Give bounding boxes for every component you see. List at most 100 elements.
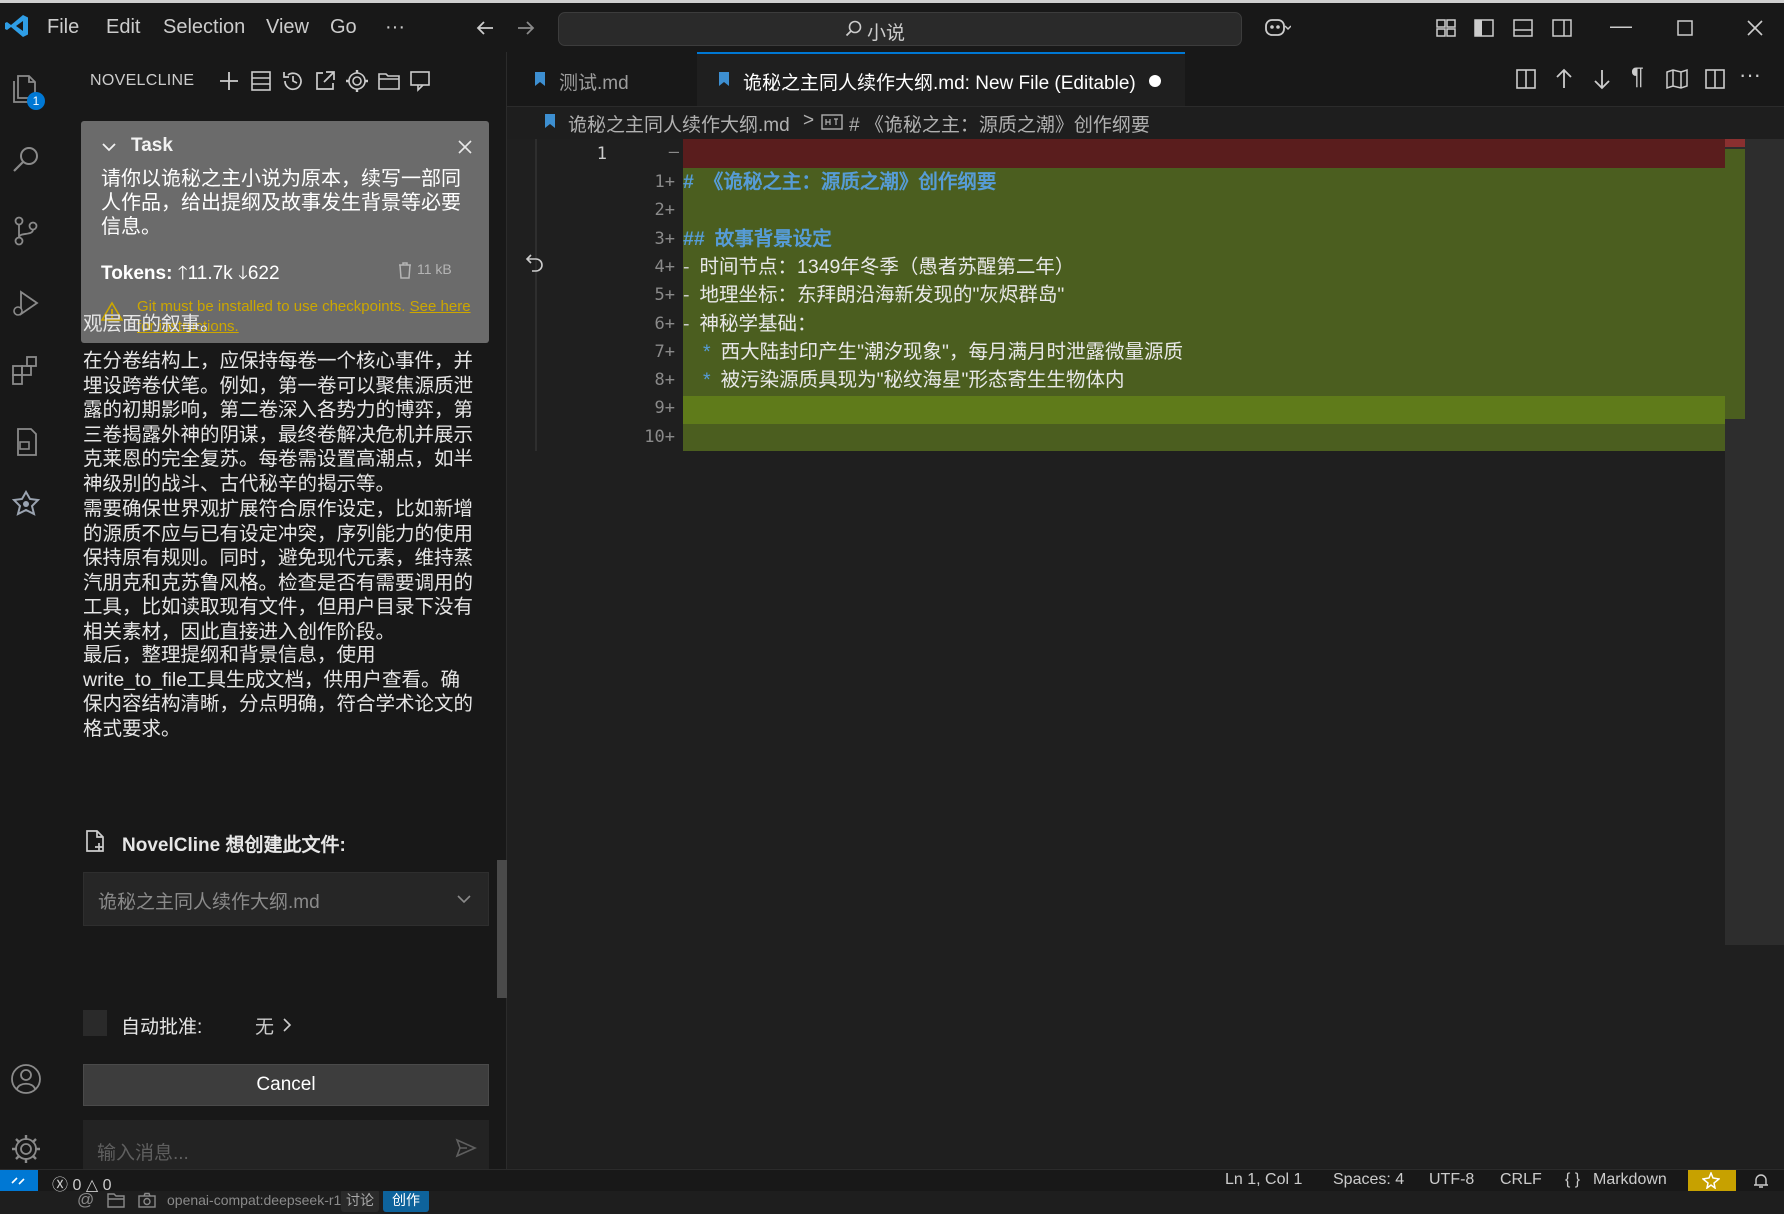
back-arrow-icon[interactable] [475, 17, 497, 39]
removed-line-marker: — [668, 142, 679, 162]
new-line-number: 3+ [654, 228, 675, 249]
message-placeholder: 输入消息... [97, 1143, 189, 1164]
manage-gear-icon[interactable] [9, 1132, 43, 1166]
line-text: 故事背景设定 [714, 227, 832, 250]
task-header: Task [131, 135, 173, 156]
menu-selection[interactable]: Selection [163, 16, 245, 39]
toggle-secondary-sidebar-icon[interactable] [1551, 17, 1573, 39]
code-line[interactable]: - 时间节点：1349年冬季（愚者苏醒第二年） [683, 253, 1074, 282]
account-icon[interactable] [9, 1062, 43, 1096]
line-text: 被污染源质具现为"秘纹海星"形态寄生生物体内 [720, 369, 1125, 392]
next-change-icon[interactable] [1591, 67, 1613, 91]
tab-outline-md[interactable]: 诡秘之主同人续作大纲.md: New File (Editable) [697, 52, 1185, 106]
breadcrumb-symbol[interactable]: # 《诡秘之主：源质之潮》创作纲要 [849, 110, 1150, 137]
open-changes-icon[interactable] [1514, 67, 1538, 91]
breadcrumb-file[interactable]: 诡秘之主同人续作大纲.md [568, 110, 790, 137]
previous-change-icon[interactable] [1553, 67, 1575, 91]
editor-scrollbar[interactable] [1725, 139, 1784, 945]
close-window-icon[interactable] [1746, 19, 1764, 37]
forward-arrow-icon[interactable] [514, 17, 536, 39]
current-line-highlight [683, 396, 1737, 424]
close-task-icon[interactable] [457, 139, 473, 155]
menu-more[interactable]: ··· [385, 16, 405, 39]
search-view-icon[interactable] [9, 143, 43, 177]
menu-view[interactable]: View [266, 16, 309, 39]
task-card: Task 请你以诡秘之主小说为原本，续写一部同人作品，给出提纲及故事发生背景等必… [81, 121, 489, 343]
open-preview-icon[interactable] [1665, 67, 1689, 91]
line-text: 西大陆封印产生"潮汐现象"，每月满月时泄露微量源质 [720, 340, 1183, 363]
settings-gear-icon[interactable] [344, 68, 370, 94]
feedback-icon[interactable] [408, 68, 434, 94]
code-line[interactable]: * 西大陆封印产生"潮汐现象"，每月满月时泄露微量源质 [703, 338, 1183, 367]
revert-change-icon[interactable] [524, 251, 546, 273]
auto-approve-checkbox[interactable] [83, 1010, 107, 1036]
original-pane-divider [535, 139, 537, 451]
minimize-icon[interactable]: — [1610, 13, 1632, 39]
code-line[interactable]: - 地理坐标：东拜朗沿海新发现的"灰烬群岛" [683, 281, 1064, 310]
extensions-icon[interactable] [9, 354, 43, 388]
send-icon[interactable] [455, 1138, 477, 1158]
code-line[interactable]: * 被污染源质具现为"秘纹海星"形态寄生生物体内 [703, 366, 1124, 395]
mode-create-button[interactable]: 创作 [383, 1189, 429, 1212]
indentation[interactable]: Spaces: 4 [1333, 1171, 1404, 1189]
chevron-right-icon: > [803, 110, 815, 131]
menu-edit[interactable]: Edit [106, 16, 140, 39]
split-editor-icon[interactable] [1703, 67, 1727, 91]
code-line[interactable]: # 《诡秘之主：源质之潮》创作纲要 [683, 168, 996, 197]
tokens-in: 11.7k [187, 263, 233, 284]
auto-approve-toggle[interactable]: 自动批准: 无 [83, 1010, 413, 1040]
maximize-icon[interactable] [1677, 20, 1693, 36]
new-task-plus-icon[interactable] [216, 68, 242, 94]
source-control-icon[interactable] [9, 214, 43, 248]
diff-editor[interactable]: 1 — 1+ 2+ 3+ 4+ 5+ 6+ 7+ 8+ 9+ 10+ # 《诡秘之主：源质之潮》创作… [507, 139, 1784, 1168]
new-line-number: 4+ [654, 256, 675, 277]
cursor-position[interactable]: Ln 1, Col 1 [1225, 1171, 1302, 1189]
toggle-panel-icon[interactable] [1512, 17, 1534, 39]
mcp-servers-icon[interactable] [248, 68, 274, 94]
new-line-number: 2+ [654, 200, 675, 221]
sidebar-scrollbar[interactable] [497, 860, 507, 998]
new-line-number: 1+ [654, 172, 675, 192]
explorer-icon[interactable]: 1 [9, 72, 45, 110]
more-actions-icon[interactable]: ··· [1739, 62, 1761, 88]
braces-icon: { } [1565, 1171, 1581, 1188]
notifications-bell-icon[interactable] [1752, 1173, 1770, 1189]
novelcline-icon[interactable] [9, 489, 43, 523]
chat-message: 最后，整理提纲和背景信息，使用write_to_file工具生成文档，供用户查看… [83, 644, 474, 740]
toggle-primary-sidebar-icon[interactable] [1473, 17, 1495, 39]
command-center-search[interactable]: 小说 [558, 12, 1242, 46]
model-selector[interactable]: openai-compat:deepseek-r1 [167, 1192, 341, 1208]
file-preview-dropdown[interactable]: 诡秘之主同人续作大纲.md [83, 872, 489, 926]
task-size: 11 kB [417, 261, 452, 277]
encoding[interactable]: UTF-8 [1429, 1171, 1474, 1189]
code-line[interactable]: - 神秘学基础： [683, 310, 817, 339]
pilcrow-icon[interactable]: ¶ [1631, 63, 1644, 91]
problems-indicator[interactable]: Ⓧ 0 △ 0 [52, 1171, 112, 1195]
arrow-down-icon: 🡓 [237, 263, 248, 284]
copilot-icon[interactable] [1263, 15, 1291, 41]
trash-icon[interactable] [397, 261, 413, 279]
menu-go[interactable]: Go [330, 16, 357, 39]
language-mode[interactable]: Markdown [1593, 1171, 1667, 1189]
tab-test-md[interactable]: 测试.md [507, 52, 695, 106]
mode-discuss-button[interactable]: 讨论 [341, 1189, 379, 1212]
code-line[interactable]: ## 故事背景设定 [683, 225, 832, 254]
chevron-down-icon[interactable] [101, 139, 117, 155]
history-icon[interactable] [280, 68, 306, 94]
novelcline-status[interactable] [1688, 1170, 1736, 1191]
line-text: 地理坐标：东拜朗沿海新发现的"灰烬群岛" [699, 284, 1065, 307]
unsaved-dot-icon[interactable] [1149, 75, 1161, 87]
error-icon: Ⓧ [52, 1177, 69, 1194]
file-name: 诡秘之主同人续作大纲.md [98, 892, 320, 913]
open-in-editor-icon[interactable] [312, 68, 338, 94]
camera-icon[interactable] [138, 1192, 156, 1208]
line-endings[interactable]: CRLF [1500, 1171, 1542, 1189]
remote-indicator[interactable] [0, 1170, 38, 1191]
run-debug-icon[interactable] [9, 286, 43, 320]
customize-layout-icon[interactable] [1435, 17, 1457, 39]
tokens-label: Tokens: [101, 263, 173, 284]
menu-file[interactable]: File [47, 16, 79, 39]
notebook-icon[interactable] [9, 425, 43, 459]
open-folder-icon[interactable] [376, 68, 402, 94]
cancel-button[interactable]: Cancel [83, 1064, 489, 1106]
